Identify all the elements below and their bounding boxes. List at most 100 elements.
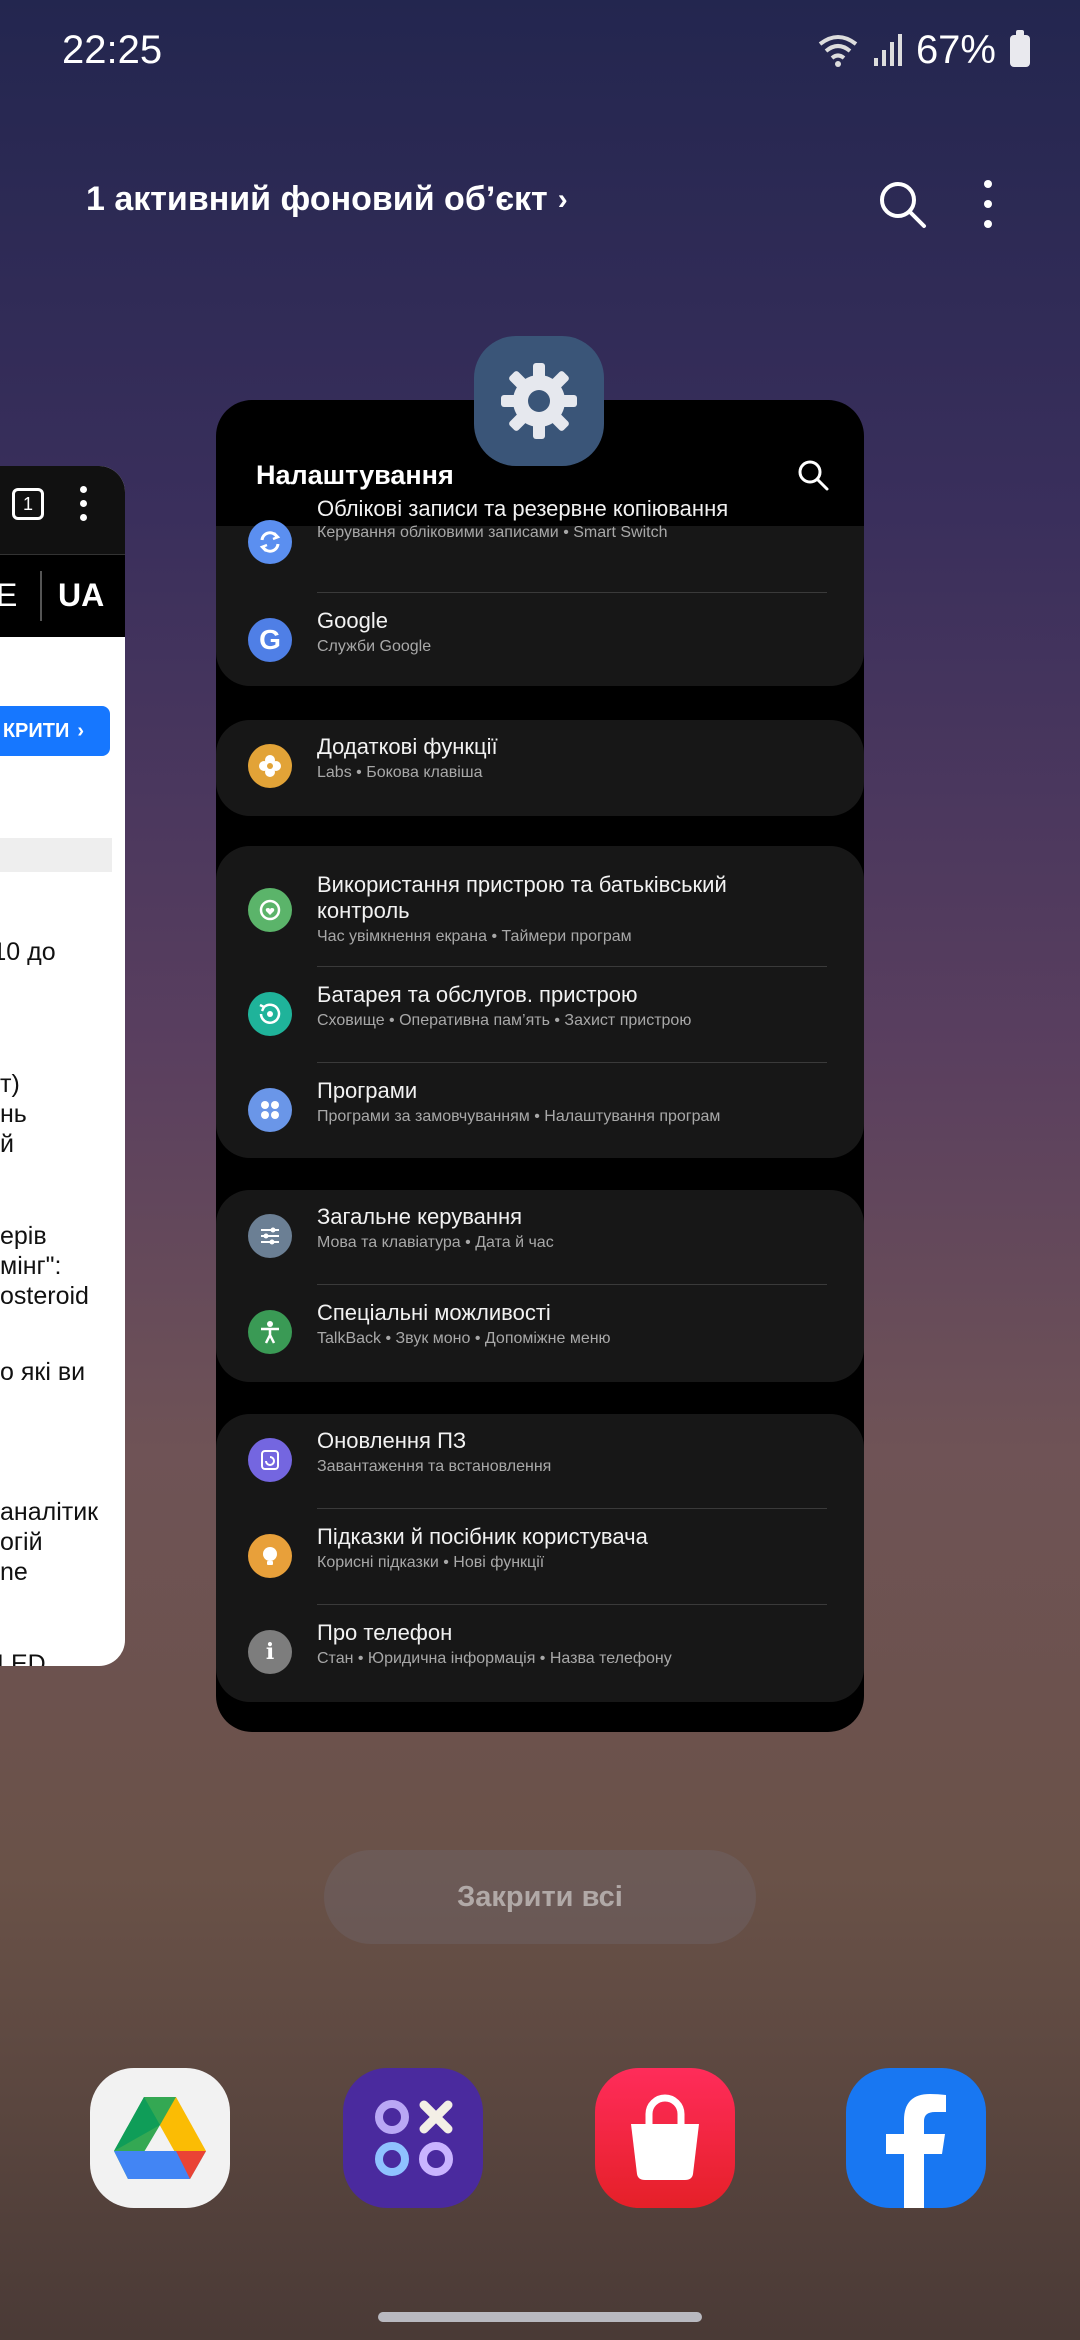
item-subtitle: Стан • Юридична інформація • Назва телеф… xyxy=(317,1650,672,1667)
signal-icon xyxy=(873,33,902,66)
battery-percent: 67% xyxy=(915,28,996,72)
facebook-icon xyxy=(886,2094,946,2208)
settings-item-about-phone[interactable]: i Про телефон Стан • Юридична інформація… xyxy=(216,1606,864,1702)
settings-app-icon[interactable] xyxy=(474,336,604,466)
item-title: Загальне керування xyxy=(317,1204,523,1229)
item-subtitle: Labs • Бокова клавіша xyxy=(317,764,483,781)
settings-group: Використання пристрою та батьківський ко… xyxy=(216,846,864,1158)
accessibility-icon xyxy=(248,1310,292,1354)
divider xyxy=(317,1284,827,1285)
article-text: т) xyxy=(0,1070,20,1098)
item-subtitle: Служби Google xyxy=(317,638,432,655)
settings-item-accounts[interactable]: Облікові записи та резервне копіювання К… xyxy=(216,496,864,592)
device-care-icon xyxy=(248,992,292,1036)
settings-item-battery[interactable]: Батарея та обслугов. пристрою Сховище • … xyxy=(216,968,864,1064)
settings-item-digital-wellbeing[interactable]: Використання пристрою та батьківський ко… xyxy=(216,856,864,968)
gear-icon xyxy=(501,363,577,439)
item-title: Батарея та обслугов. пристрою xyxy=(317,982,638,1007)
dock-facebook[interactable] xyxy=(846,2068,986,2208)
apps-icon xyxy=(248,1088,292,1132)
divider xyxy=(317,966,827,967)
item-title: Про телефон xyxy=(317,1620,453,1645)
game-launcher-icon xyxy=(375,2100,453,2176)
info-icon: i xyxy=(248,1630,292,1674)
nav-item-ua[interactable]: UA xyxy=(58,577,104,614)
item-title-line2: контроль xyxy=(317,898,410,923)
item-subtitle: Час увімкнення екрана • Таймери програм xyxy=(317,928,632,945)
item-subtitle: Корисні підказки • Нові функції xyxy=(317,1554,545,1571)
nav-item-e[interactable]: E xyxy=(0,577,17,614)
item-title: Облікові записи та резервне копіювання xyxy=(317,496,729,521)
item-title: Програми xyxy=(317,1078,418,1103)
dock-google-drive[interactable] xyxy=(90,2068,230,2208)
settings-group: Додаткові функції Labs • Бокова клавіша xyxy=(216,720,864,816)
settings-group: Загальне керування Мова та клавіатура • … xyxy=(216,1190,864,1382)
item-subtitle: Мова та клавіатура • Дата й час xyxy=(317,1234,554,1251)
article-text: о які ви xyxy=(0,1358,86,1386)
settings-item-general-management[interactable]: Загальне керування Мова та клавіатура • … xyxy=(216,1190,864,1286)
sync-icon xyxy=(248,520,292,564)
open-button-label: КРИТИ xyxy=(2,719,70,742)
divider xyxy=(317,1062,827,1063)
background-activity-label: 1 активний фоновий об’єкт xyxy=(86,180,548,218)
item-subtitle: Завантаження та встановлення xyxy=(317,1458,552,1475)
background-activity-link[interactable]: 1 активний фоновий об’єкт › xyxy=(86,180,568,219)
google-drive-icon xyxy=(114,2097,206,2179)
divider xyxy=(317,1508,827,1509)
article-text: нь xyxy=(0,1100,27,1128)
update-icon xyxy=(248,1438,292,1482)
dock-game-launcher[interactable] xyxy=(343,2068,483,2208)
search-icon[interactable] xyxy=(874,176,930,232)
tabs-count-icon[interactable]: 1 xyxy=(12,488,44,520)
settings-group: Облікові записи та резервне копіювання К… xyxy=(216,496,864,686)
more-options-icon[interactable] xyxy=(970,176,1006,232)
content-strip xyxy=(0,838,112,872)
gesture-navigation-bar[interactable] xyxy=(378,2312,702,2322)
chevron-right-icon: › xyxy=(557,182,568,216)
settings-item-software-update[interactable]: Оновлення ПЗ Завантаження та встановленн… xyxy=(216,1414,864,1510)
article-text: мінг": xyxy=(0,1252,62,1280)
item-subtitle: TalkBack • Звук моно • Допоміжне меню xyxy=(317,1330,611,1347)
article-text: K OLED xyxy=(0,1650,46,1666)
settings-item-advanced[interactable]: Додаткові функції Labs • Бокова клавіша xyxy=(216,720,864,816)
settings-item-apps[interactable]: Програми Програми за замовчуванням • Нал… xyxy=(216,1064,864,1160)
wellbeing-icon xyxy=(248,888,292,932)
article-text: аналітик xyxy=(0,1498,99,1526)
bulb-icon xyxy=(248,1534,292,1578)
article-text: osteroid xyxy=(0,1282,89,1310)
article-text: ерів xyxy=(0,1222,47,1250)
item-subtitle: Сховище • Оперативна пам’ять • Захист пр… xyxy=(317,1012,692,1029)
shopping-bag-icon xyxy=(631,2094,699,2180)
settings-item-google[interactable]: G Google Служби Google xyxy=(216,594,864,690)
browser-toolbar: 1 xyxy=(0,466,125,554)
close-all-button[interactable]: Закрити всі xyxy=(324,1850,756,1944)
status-time: 22:25 xyxy=(62,28,163,72)
google-icon: G xyxy=(248,618,292,662)
recent-app-card-settings[interactable]: Налаштування Облікові записи та резервне… xyxy=(216,400,864,1732)
item-subtitle: Керування обліковими записами • Smart Sw… xyxy=(317,524,668,541)
item-title: Додаткові функції xyxy=(317,734,498,759)
settings-title: Налаштування xyxy=(256,460,454,490)
battery-icon xyxy=(1010,29,1030,67)
nav-divider xyxy=(40,571,42,621)
item-title: Google xyxy=(317,608,388,633)
settings-group: Оновлення ПЗ Завантаження та встановленн… xyxy=(216,1414,864,1702)
flower-icon xyxy=(248,744,292,788)
sliders-icon xyxy=(248,1214,292,1258)
browser-menu-icon[interactable] xyxy=(80,486,88,526)
dock-galaxy-store[interactable] xyxy=(595,2068,735,2208)
recent-app-card-browser[interactable]: 1 E UA КРИТИ › від 10 до т) нь й ерів мі… xyxy=(0,466,125,1666)
settings-item-accessibility[interactable]: Спеціальні можливості TalkBack • Звук мо… xyxy=(216,1286,864,1382)
settings-item-tips[interactable]: Підказки й посібник користувача Корисні … xyxy=(216,1510,864,1606)
item-subtitle: Програми за замовчуванням • Налаштування… xyxy=(317,1108,721,1125)
site-navbar: E UA xyxy=(0,554,125,637)
status-indicators: 67% xyxy=(818,28,1030,73)
search-icon[interactable] xyxy=(796,458,830,492)
open-button[interactable]: КРИТИ › xyxy=(0,706,110,756)
article-text: й xyxy=(0,1130,14,1158)
article-text: огій xyxy=(0,1528,43,1556)
chevron-right-icon: › xyxy=(77,719,84,742)
wifi-icon xyxy=(818,34,858,67)
item-title: Спеціальні можливості xyxy=(317,1300,551,1325)
divider xyxy=(317,592,827,593)
